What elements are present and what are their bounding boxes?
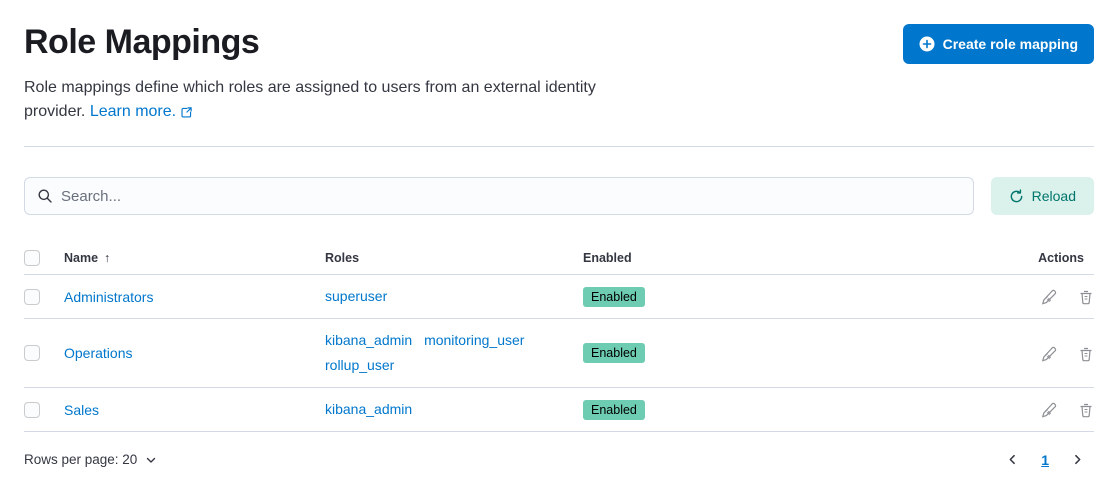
rows-per-page-button[interactable]: Rows per page: 20 xyxy=(24,452,157,467)
page-header: Role Mappings Create role mapping xyxy=(24,20,1094,64)
column-header-actions: Actions xyxy=(1006,243,1094,273)
header-divider xyxy=(24,146,1094,147)
learn-more-label: Learn more. xyxy=(90,103,176,120)
enabled-status-badge: Enabled xyxy=(583,343,645,363)
create-button-label: Create role mapping xyxy=(943,36,1078,52)
reload-button-label: Reload xyxy=(1032,188,1076,204)
reload-button[interactable]: Reload xyxy=(991,177,1094,215)
refresh-icon xyxy=(1009,189,1024,204)
toolbar: Reload xyxy=(24,177,1094,215)
column-header-roles: Roles xyxy=(325,243,583,273)
page-number-1[interactable]: 1 xyxy=(1035,450,1055,470)
name-cell: Administrators xyxy=(64,280,325,314)
pagination: 1 xyxy=(1000,449,1090,470)
delete-button[interactable] xyxy=(1078,402,1094,418)
select-all-cell xyxy=(24,242,64,274)
roles-cell: kibana_admin xyxy=(325,388,583,431)
column-header-name[interactable]: Name ↑ xyxy=(64,243,325,273)
delete-trash-icon xyxy=(1078,402,1094,418)
role-mappings-page: Role Mappings Create role mapping Role m… xyxy=(0,0,1118,470)
enabled-status-badge: Enabled xyxy=(583,400,645,420)
role-link[interactable]: superuser xyxy=(325,288,387,304)
rows-per-page-label: Rows per page: 20 xyxy=(24,452,137,467)
row-select-cell xyxy=(24,393,64,427)
chevron-down-icon xyxy=(145,454,157,466)
edit-pencil-icon xyxy=(1041,346,1057,362)
page-title: Role Mappings xyxy=(24,20,259,64)
role-mappings-table: Name ↑ Roles Enabled Actions Administrato… xyxy=(24,242,1094,432)
role-link[interactable]: kibana_admin xyxy=(325,401,412,417)
row-checkbox[interactable] xyxy=(24,345,40,361)
delete-trash-icon xyxy=(1078,289,1094,305)
role-mapping-name-link[interactable]: Operations xyxy=(64,345,132,361)
enabled-cell: Enabled xyxy=(583,278,1006,316)
sort-ascending-arrow: ↑ xyxy=(104,251,110,265)
table-row-operations: Operations kibana_admin monitoring_user … xyxy=(24,319,1094,388)
edit-button[interactable] xyxy=(1041,402,1057,418)
edit-pencil-icon xyxy=(1041,402,1057,418)
page-description: Role mappings define which roles are ass… xyxy=(24,76,646,125)
role-link[interactable]: kibana_admin xyxy=(325,332,412,348)
next-page-button[interactable] xyxy=(1065,449,1090,470)
row-select-cell xyxy=(24,336,64,370)
table-row-administrators: Administrators superuser Enabled xyxy=(24,275,1094,319)
enabled-cell: Enabled xyxy=(583,391,1006,429)
chevron-left-icon xyxy=(1006,453,1019,466)
roles-cell: superuser xyxy=(325,275,583,318)
edit-button[interactable] xyxy=(1041,289,1057,305)
column-header-enabled: Enabled xyxy=(583,243,1006,273)
select-all-checkbox[interactable] xyxy=(24,250,40,266)
previous-page-button[interactable] xyxy=(1000,449,1025,470)
create-role-mapping-button[interactable]: Create role mapping xyxy=(903,24,1094,64)
table-footer: Rows per page: 20 1 xyxy=(24,449,1094,470)
actions-cell xyxy=(1006,279,1094,314)
column-header-name-label: Name xyxy=(64,251,98,265)
delete-button[interactable] xyxy=(1078,346,1094,362)
enabled-status-badge: Enabled xyxy=(583,287,645,307)
row-checkbox[interactable] xyxy=(24,289,40,305)
learn-more-link[interactable]: Learn more. xyxy=(90,103,193,120)
edit-pencil-icon xyxy=(1041,289,1057,305)
roles-cell: kibana_admin monitoring_user rollup_user xyxy=(325,319,583,387)
actions-cell xyxy=(1006,335,1094,370)
name-cell: Sales xyxy=(64,393,325,427)
enabled-cell: Enabled xyxy=(583,334,1006,372)
row-checkbox[interactable] xyxy=(24,402,40,418)
edit-button[interactable] xyxy=(1041,346,1057,362)
delete-button[interactable] xyxy=(1078,289,1094,305)
role-link[interactable]: monitoring_user xyxy=(424,332,524,348)
table-row-sales: Sales kibana_admin Enabled xyxy=(24,388,1094,432)
plus-in-circle-icon xyxy=(919,36,935,52)
role-link[interactable]: rollup_user xyxy=(325,357,394,373)
name-cell: Operations xyxy=(64,336,325,370)
actions-cell xyxy=(1006,392,1094,427)
search-icon xyxy=(37,188,53,204)
chevron-right-icon xyxy=(1071,453,1084,466)
search-box[interactable] xyxy=(24,177,974,215)
search-input[interactable] xyxy=(61,188,961,205)
external-link-icon xyxy=(180,101,193,125)
role-mapping-name-link[interactable]: Administrators xyxy=(64,289,153,305)
row-select-cell xyxy=(24,280,64,314)
role-mapping-name-link[interactable]: Sales xyxy=(64,402,99,418)
table-header-row: Name ↑ Roles Enabled Actions xyxy=(24,242,1094,275)
delete-trash-icon xyxy=(1078,346,1094,362)
